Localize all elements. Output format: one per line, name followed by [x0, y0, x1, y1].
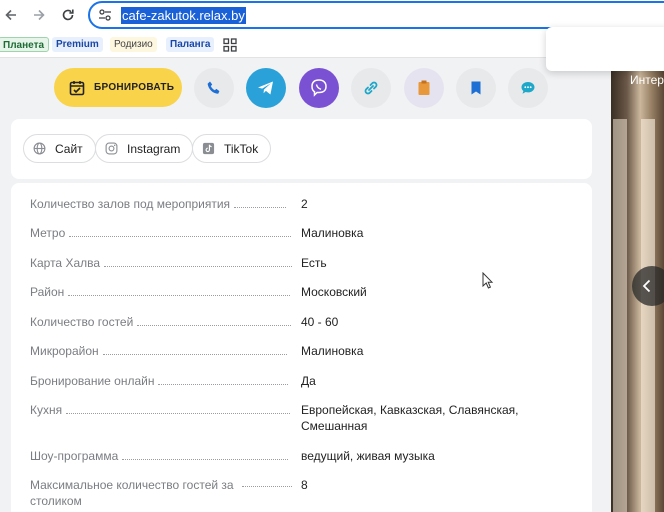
viber-icon [311, 79, 327, 97]
globe-icon [33, 142, 46, 155]
social-site-button[interactable]: Сайт [23, 134, 96, 163]
detail-value: Малиновка [301, 344, 364, 358]
chevron-left-icon [642, 279, 651, 293]
detail-value: Есть [301, 256, 327, 270]
detail-label: Количество гостей [30, 315, 134, 329]
interior-photo[interactable]: Интер [611, 59, 664, 512]
bag-icon [418, 80, 430, 95]
action-bar: БРОНИРОВАТЬ [0, 59, 610, 116]
instagram-icon [105, 142, 118, 155]
social-instagram-button[interactable]: Instagram [95, 134, 194, 163]
back-arrow-icon [5, 9, 16, 21]
viber-button[interactable] [299, 68, 339, 108]
address-bar[interactable]: cafe-zakutok.relax.by [88, 1, 664, 29]
detail-label: Кухня [30, 403, 63, 417]
link-icon [364, 81, 378, 95]
photo-prev-button[interactable] [632, 266, 664, 306]
detail-label: Район [30, 285, 65, 299]
bag-button[interactable] [404, 68, 444, 108]
social-instagram-label: Instagram [127, 141, 181, 156]
tiktok-icon [202, 142, 215, 155]
bookmark-planeta[interactable]: Планета [0, 37, 50, 52]
photo-label: Интер [630, 73, 664, 87]
back-button[interactable] [0, 5, 22, 25]
book-button-label: БРОНИРОВАТЬ [94, 82, 175, 93]
bookmark-button[interactable] [456, 68, 496, 108]
reload-button[interactable] [57, 5, 79, 25]
social-site-label: Сайт [55, 141, 83, 156]
mouse-cursor-icon [482, 272, 494, 289]
chat-button[interactable] [508, 68, 548, 108]
site-settings-icon[interactable] [98, 8, 112, 22]
browser-popup [546, 27, 664, 71]
phone-icon [207, 81, 220, 94]
detail-dots [242, 477, 292, 487]
detail-value: 2 [301, 197, 308, 211]
social-tiktok-label: TikTok [224, 141, 259, 156]
detail-value: Московский [301, 285, 367, 299]
chat-icon [521, 82, 535, 94]
reload-icon [62, 9, 74, 21]
telegram-icon [258, 81, 273, 95]
phone-button[interactable] [194, 68, 234, 108]
social-links-card: Сайт Instagram TikTok [11, 119, 592, 179]
book-button[interactable]: БРОНИРОВАТЬ [54, 68, 182, 107]
details-card: Количество залов под мероприятия 2 Метро… [11, 183, 592, 512]
bookmark-rodizio[interactable]: Родизио [110, 37, 157, 52]
detail-label: Шоу-программа [30, 449, 119, 463]
detail-label: Карта Халва [30, 256, 101, 270]
detail-label: Бронирование онлайн [30, 374, 155, 388]
url-text[interactable]: cafe-zakutok.relax.by [121, 7, 246, 24]
calendar-check-icon [69, 80, 85, 95]
detail-label: Количество залов под мероприятия [30, 197, 231, 211]
detail-value: Малиновка [301, 226, 364, 240]
apps-grid-icon[interactable] [223, 38, 237, 52]
detail-label: Метро [30, 226, 66, 240]
bookmark-icon [471, 81, 481, 95]
page-content: БРОНИРОВАТЬ Сайт Instagram TikTok Количе… [0, 59, 610, 512]
bookmark-premium[interactable]: Premium [52, 37, 103, 52]
detail-label: Максимальное количество гостей за столик… [30, 478, 234, 508]
telegram-button[interactable] [246, 68, 286, 108]
detail-value: ведущий, живая музыка [301, 449, 435, 463]
detail-value: 8 [301, 478, 308, 492]
bookmark-palanga[interactable]: Паланга [166, 37, 215, 52]
detail-value: 40 - 60 [301, 315, 339, 329]
detail-value: Европейская, Кавказская, Славянская, Сме… [301, 403, 519, 433]
link-button[interactable] [351, 68, 391, 108]
forward-arrow-icon [34, 9, 45, 21]
detail-label: Микрорайон [30, 344, 99, 358]
social-tiktok-button[interactable]: TikTok [192, 134, 272, 163]
forward-button[interactable] [28, 5, 50, 25]
detail-value: Да [301, 374, 316, 388]
